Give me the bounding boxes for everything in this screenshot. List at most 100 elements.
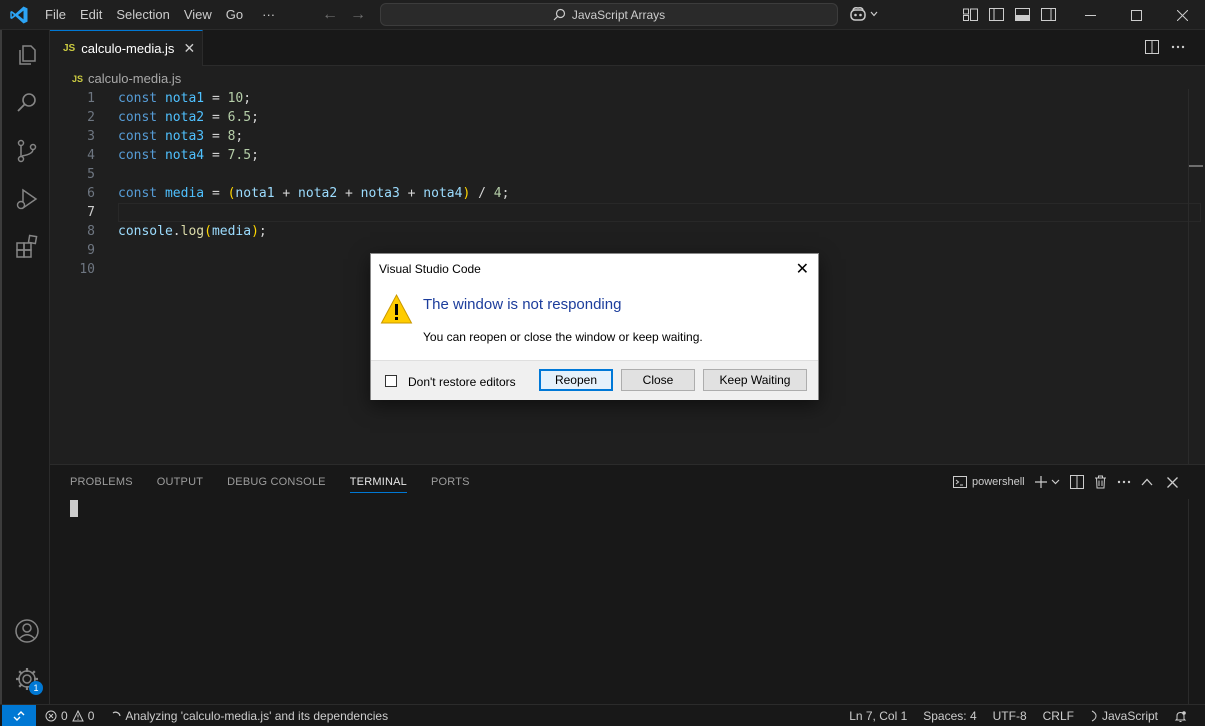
error-icon — [45, 710, 57, 722]
terminal-icon — [953, 476, 967, 488]
tab-terminal[interactable]: TERMINAL — [349, 476, 407, 493]
js-file-icon: JS — [63, 43, 76, 54]
search-icon — [553, 8, 565, 21]
line-number-active: 7 — [87, 205, 95, 220]
accounts-icon[interactable] — [14, 618, 40, 644]
split-editor-icon[interactable] — [1145, 40, 1159, 54]
terminal-shell-selector[interactable]: powershell — [953, 475, 1025, 489]
tab-debug-console[interactable]: DEBUG CONSOLE — [227, 476, 326, 493]
editor-tab-bar: JS calculo-media.js ✕ — [50, 30, 1205, 66]
editor-actions — [1145, 40, 1185, 54]
dialog-title: Visual Studio Code — [379, 262, 481, 276]
cursor-position[interactable]: Ln 7, Col 1 — [849, 709, 907, 723]
more-actions-icon[interactable] — [1171, 40, 1185, 54]
terminal-scrollbar[interactable] — [1188, 499, 1202, 705]
dont-restore-checkbox[interactable] — [385, 375, 397, 387]
line-number: 1 — [87, 91, 95, 106]
line-number: 2 — [87, 110, 95, 125]
code-lines: const nota1 = 10; const nota2 = 6.5; con… — [118, 89, 509, 279]
customize-layout-icon[interactable] — [962, 6, 979, 23]
extensions-icon[interactable] — [14, 234, 40, 260]
editor-scrollbar[interactable] — [1188, 89, 1203, 464]
search-activity-icon[interactable] — [14, 90, 40, 116]
remote-icon — [13, 711, 25, 721]
command-center-search[interactable]: JavaScript Arrays — [380, 3, 838, 26]
language-label: JavaScript — [1101, 709, 1158, 723]
close-window-button[interactable] — [1159, 0, 1205, 30]
notifications-bell-icon[interactable] — [1174, 710, 1187, 723]
window-controls — [1067, 0, 1205, 30]
line-number: 10 — [79, 262, 95, 277]
more-actions-icon[interactable] — [1117, 475, 1131, 489]
chevron-down-icon[interactable] — [1051, 479, 1060, 485]
close-icon — [1176, 9, 1188, 21]
menu-more[interactable]: ··· — [250, 0, 282, 30]
layout-controls — [962, 6, 1057, 23]
forward-arrow-icon[interactable]: → — [350, 6, 366, 24]
keep-waiting-button[interactable]: Keep Waiting — [703, 369, 807, 391]
tab-close-icon[interactable]: ✕ — [183, 40, 195, 57]
problems-status[interactable]: 0 0 — [45, 709, 94, 723]
code-line-3: const nota3 = 8; — [118, 129, 244, 144]
maximize-panel-chevron-up-icon[interactable] — [1141, 478, 1153, 486]
toggle-secondary-sidebar-icon[interactable] — [1040, 6, 1057, 23]
scroll-position-marker — [1189, 165, 1203, 167]
maximize-button[interactable] — [1113, 0, 1159, 30]
braces-icon — [1091, 710, 1097, 722]
dialog-footer: Don't restore editors Reopen Close Keep … — [371, 360, 818, 400]
split-terminal-icon[interactable] — [1069, 475, 1084, 489]
back-arrow-icon[interactable]: ← — [322, 6, 338, 24]
tab-ports[interactable]: PORTS — [431, 476, 470, 493]
status-left: 0 0 Analyzing 'calculo-media.js' and its… — [45, 705, 388, 726]
language-mode[interactable]: JavaScript — [1090, 709, 1158, 723]
nav-arrows: ← → — [322, 6, 366, 24]
end-of-line[interactable]: CRLF — [1043, 709, 1074, 723]
tab-problems[interactable]: PROBLEMS — [70, 476, 133, 493]
menu-go[interactable]: Go — [219, 0, 250, 30]
dialog-heading: The window is not responding — [423, 296, 622, 313]
minimize-button[interactable] — [1067, 0, 1113, 30]
minimize-icon — [1084, 14, 1096, 16]
reopen-button[interactable]: Reopen — [539, 369, 613, 391]
warning-icon — [71, 710, 84, 722]
encoding[interactable]: UTF-8 — [993, 709, 1027, 723]
error-count: 0 — [61, 709, 68, 723]
analyzing-text: Analyzing 'calculo-media.js' and its dep… — [125, 709, 389, 723]
code-line-8: console.log(media); — [118, 224, 267, 239]
code-line-1: const nota1 = 10; — [118, 91, 252, 106]
toggle-primary-sidebar-icon[interactable] — [988, 6, 1005, 23]
panel-tabs: PROBLEMS OUTPUT DEBUG CONSOLE TERMINAL P… — [70, 476, 494, 493]
remote-indicator[interactable] — [2, 705, 36, 726]
status-bar: 0 0 Analyzing 'calculo-media.js' and its… — [0, 704, 1205, 726]
menu-view[interactable]: View — [177, 0, 219, 30]
line-number: 5 — [87, 167, 95, 182]
close-button[interactable]: Close — [621, 369, 695, 391]
close-panel-icon[interactable] — [1166, 476, 1178, 488]
line-number: 4 — [87, 148, 95, 163]
menu-edit[interactable]: Edit — [73, 0, 109, 30]
copilot-button[interactable] — [849, 6, 878, 22]
not-responding-dialog: Visual Studio Code ✕ The window is not r… — [370, 253, 819, 400]
explorer-icon[interactable] — [14, 42, 40, 68]
source-control-icon[interactable] — [14, 138, 40, 164]
breadcrumb-file[interactable]: calculo-media.js — [88, 71, 181, 86]
line-number: 3 — [87, 129, 95, 144]
new-terminal-plus-icon[interactable] — [1034, 476, 1047, 488]
tab-output[interactable]: OUTPUT — [157, 476, 203, 493]
menu-selection[interactable]: Selection — [109, 0, 176, 30]
menu-bar: File Edit Selection View Go ··· — [38, 0, 282, 30]
tab-calculo-media[interactable]: JS calculo-media.js ✕ — [50, 30, 203, 66]
dialog-close-icon[interactable]: ✕ — [796, 259, 809, 279]
dont-restore-label[interactable]: Don't restore editors — [408, 375, 516, 389]
command-center-label: JavaScript Arrays — [571, 7, 666, 22]
indentation[interactable]: Spaces: 4 — [923, 709, 976, 723]
warning-icon — [380, 293, 413, 324]
warning-count: 0 — [87, 709, 95, 723]
menu-file[interactable]: File — [38, 0, 73, 30]
run-debug-icon[interactable] — [14, 186, 40, 212]
code-line-4: const nota4 = 7.5; — [118, 148, 259, 163]
toggle-panel-icon[interactable] — [1014, 6, 1031, 23]
trash-icon[interactable] — [1094, 475, 1107, 489]
